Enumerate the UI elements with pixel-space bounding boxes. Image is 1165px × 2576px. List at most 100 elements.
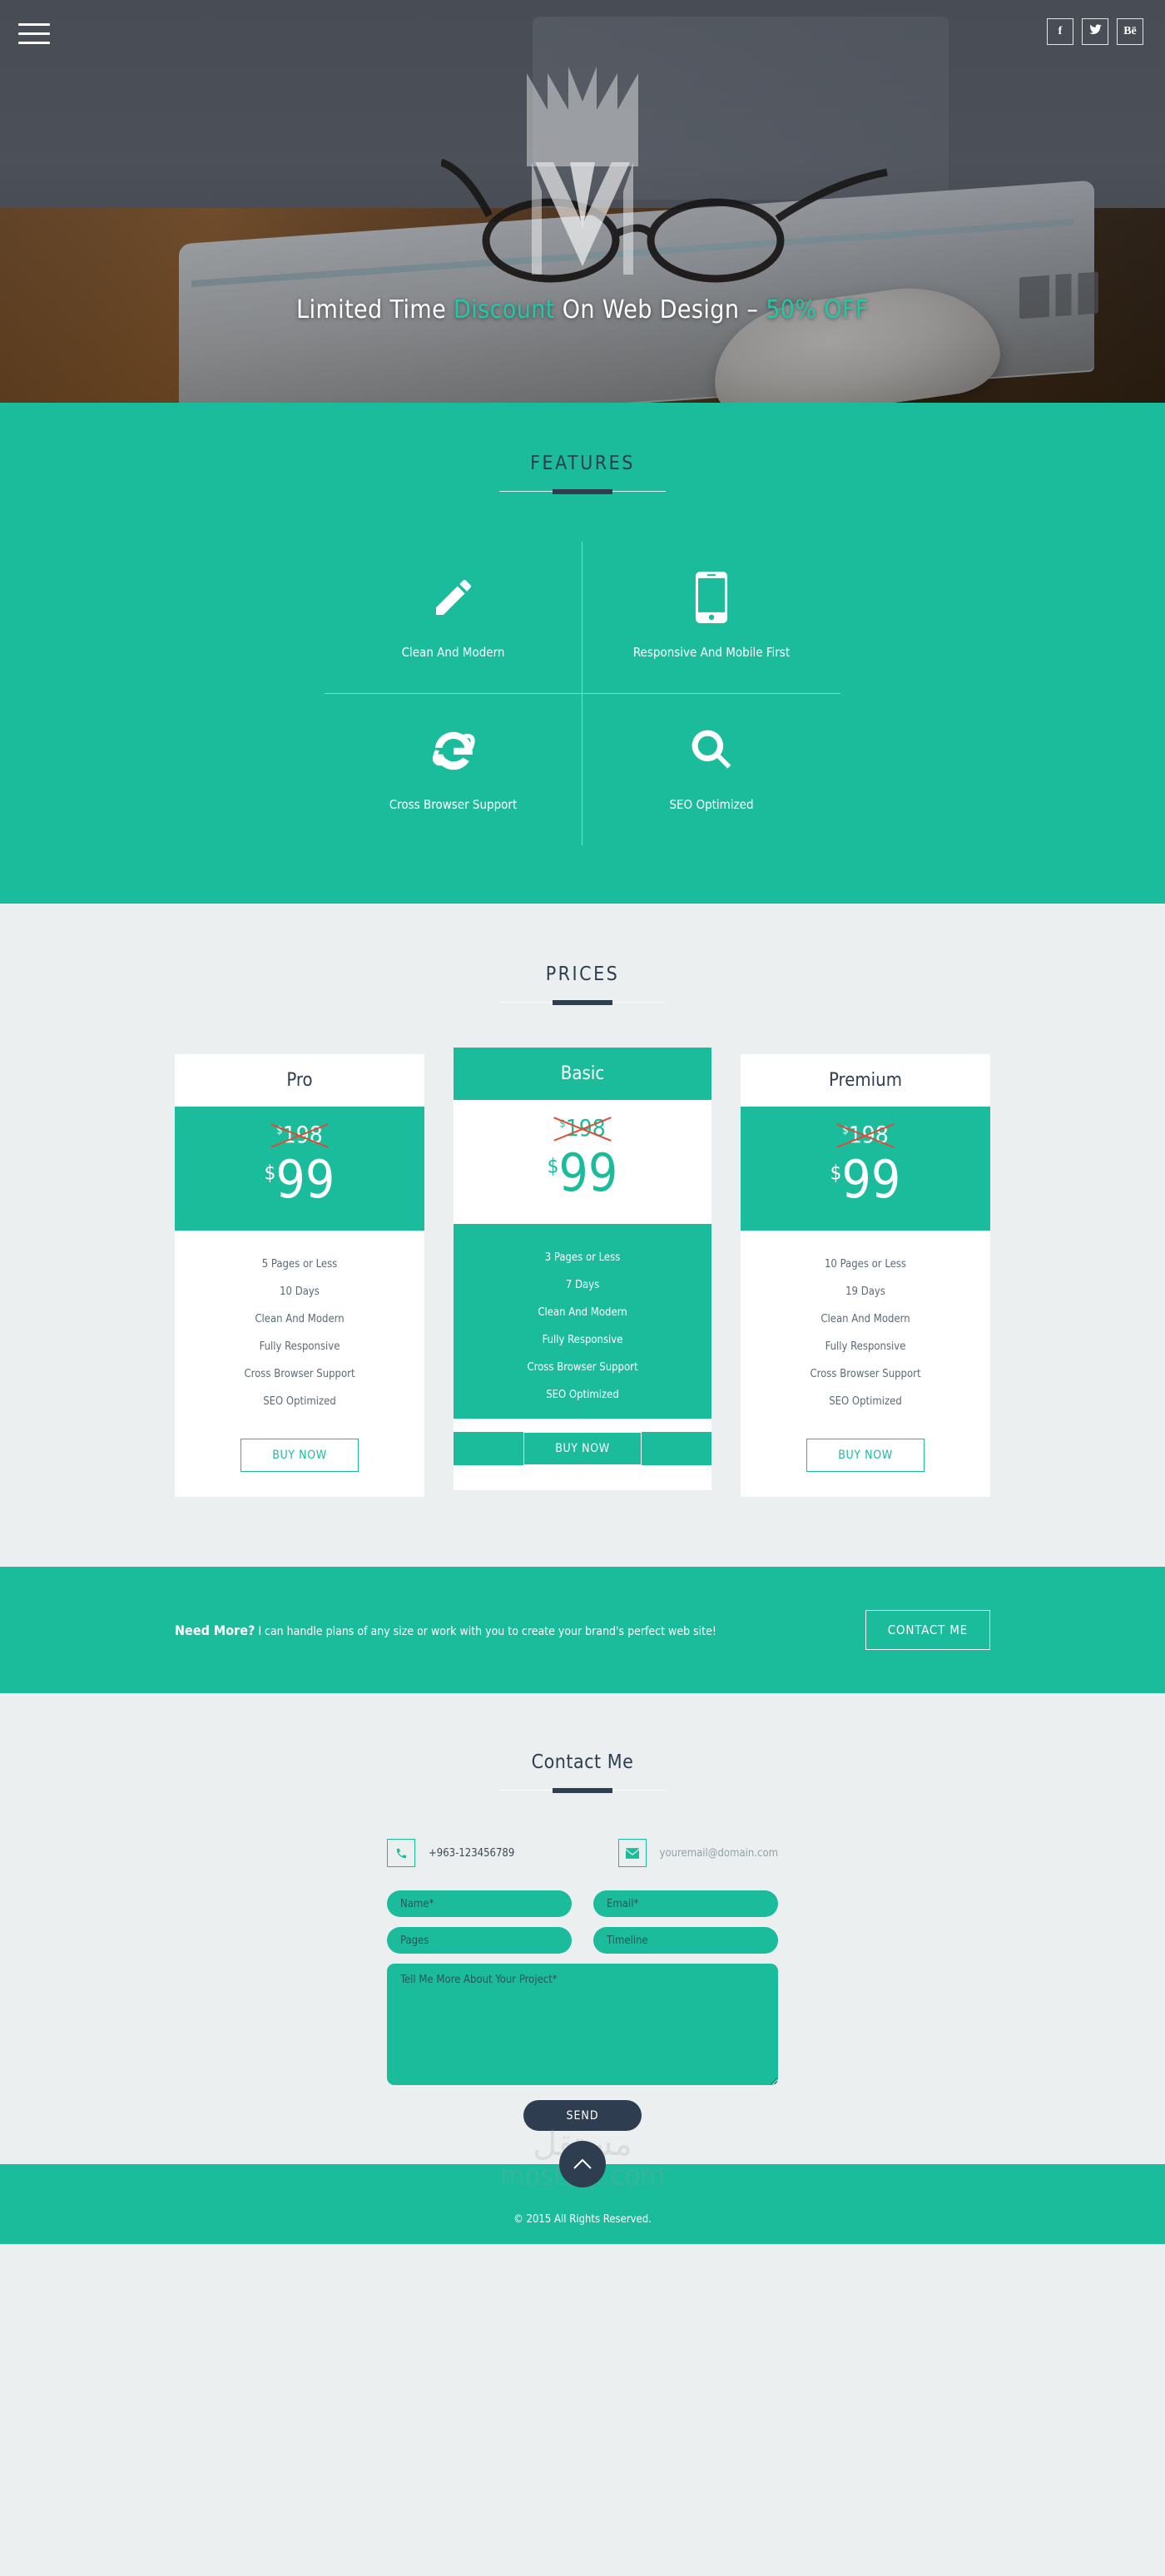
pricing-feature: Fully Responsive [825, 1340, 906, 1353]
features-title: FEATURES [530, 453, 635, 474]
contact-email-value: youremail@domain.com [659, 1846, 778, 1860]
pricing-feature: Cross Browser Support [244, 1368, 355, 1380]
send-button[interactable]: SEND [523, 2100, 642, 2131]
strikethrough-x-icon [269, 1118, 330, 1152]
pages-input[interactable] [387, 1927, 572, 1954]
pricing-feature: SEO Optimized [263, 1395, 336, 1408]
prices-header: PRICES [0, 964, 1165, 1005]
new-price: $99 [741, 1154, 990, 1206]
prices-divider [499, 1000, 666, 1005]
buy-now-button-premium[interactable]: BUY NOW [806, 1439, 925, 1472]
pricing-feature: Cross Browser Support [810, 1368, 921, 1380]
footer: © 2015 All Rights Reserved. [0, 2141, 1165, 2244]
currency-symbol: $ [547, 1154, 559, 1178]
new-price: $99 [175, 1154, 424, 1206]
form-row-2 [387, 1927, 778, 1954]
timeline-input[interactable] [593, 1927, 778, 1954]
internet-explorer-icon [333, 722, 573, 777]
social-link-behance[interactable]: Bē [1117, 18, 1143, 45]
feature-label: SEO Optimized [669, 797, 754, 812]
new-price-value: 99 [275, 1149, 335, 1210]
pricing-feature: Clean And Modern [538, 1306, 627, 1319]
features-header: FEATURES [0, 453, 1165, 494]
feature-item-clean-and-modern: Clean And Modern [325, 542, 582, 694]
feature-label: Responsive And Mobile First [632, 645, 791, 660]
pricing-feature: 19 Days [845, 1286, 885, 1298]
hero-tagline-part2: On Web Design – [554, 295, 766, 324]
pricing-card-basic: Basic $198 $99 3 Pages or Less 7 Days Cl… [454, 1048, 711, 1490]
behance-icon: Bē [1123, 25, 1137, 37]
old-price: $198 [842, 1123, 889, 1147]
divider-bar [553, 489, 612, 494]
pricing-feature: 10 Days [280, 1286, 320, 1298]
pricing-card-features: 3 Pages or Less 7 Days Clean And Modern … [454, 1224, 711, 1419]
hero-section: f Bē Limited Time Discount On Web Design… [0, 0, 1165, 403]
pricing-card-price-block: $198 $99 [454, 1100, 711, 1224]
social-link-facebook[interactable]: f [1047, 18, 1073, 45]
magnifier-icon [591, 722, 832, 777]
email-input[interactable] [593, 1890, 778, 1917]
contact-title: Contact Me [531, 1751, 634, 1773]
pricing-feature: Fully Responsive [259, 1340, 340, 1353]
feature-label: Cross Browser Support [389, 797, 518, 812]
envelope-icon [617, 1839, 647, 1867]
pricing-feature: SEO Optimized [829, 1395, 902, 1408]
pricing-feature: 10 Pages or Less [824, 1258, 906, 1271]
pricing-feature: Fully Responsive [542, 1334, 623, 1346]
currency-symbol: $ [830, 1161, 842, 1185]
strikethrough-x-icon [835, 1118, 896, 1152]
divider-bar [553, 1788, 612, 1793]
form-row-1 [387, 1890, 778, 1917]
new-price-value: 99 [841, 1149, 901, 1210]
message-textarea[interactable] [387, 1964, 778, 2085]
name-input[interactable] [387, 1890, 572, 1917]
pricing-feature: 5 Pages or Less [261, 1258, 338, 1271]
pricing-card-features: 10 Pages or Less 19 Days Clean And Moder… [741, 1231, 990, 1425]
copyright-text: © 2015 All Rights Reserved. [513, 2213, 652, 2226]
crown-m-logo-icon [527, 67, 638, 275]
buy-now-button-basic[interactable]: BUY NOW [523, 1432, 642, 1465]
hero-tagline-part1: Limited Time [296, 295, 454, 324]
pricing-feature: Clean And Modern [820, 1313, 910, 1325]
mobile-phone-icon [591, 570, 832, 625]
old-price: $198 [559, 1117, 606, 1140]
pricing-card-price-block: $198 $99 [741, 1107, 990, 1231]
pricing-card-title: Pro [175, 1054, 424, 1107]
new-price: $99 [454, 1147, 711, 1199]
contact-me-button[interactable]: CONTACT ME [865, 1610, 990, 1650]
prices-title: PRICES [545, 964, 620, 985]
cta-strong-text: Need More? [175, 1622, 255, 1638]
facebook-icon: f [1058, 25, 1063, 37]
prices-section: PRICES Pro $198 $99 5 Pages or Less 10 D… [0, 904, 1165, 1567]
scroll-to-top-button[interactable] [559, 2141, 606, 2187]
hero-tagline-discount: Discount [454, 295, 555, 324]
pricing-feature: 3 Pages or Less [544, 1251, 621, 1264]
contact-email[interactable]: youremail@domain.com [617, 1839, 778, 1867]
cta-inner: Need More? I can handle plans of any siz… [175, 1610, 990, 1650]
buy-now-button-pro[interactable]: BUY NOW [240, 1439, 359, 1472]
strikethrough-x-icon [552, 1112, 613, 1145]
pricing-cards: Pro $198 $99 5 Pages or Less 10 Days Cle… [175, 1048, 990, 1497]
pricing-card-features: 5 Pages or Less 10 Days Clean And Modern… [175, 1231, 424, 1425]
old-price: $198 [276, 1123, 323, 1147]
hamburger-menu-icon[interactable] [18, 23, 50, 44]
cta-body-text: I can handle plans of any size or work w… [255, 1624, 716, 1638]
hamburger-bar [18, 23, 50, 26]
pricing-card-title: Basic [454, 1048, 711, 1100]
pricing-card-title: Premium [741, 1054, 990, 1107]
contact-phone-value: +963-123456789 [429, 1846, 515, 1860]
feature-item-seo-optimized: SEO Optimized [582, 694, 840, 845]
pricing-card-premium: Premium $198 $99 10 Pages or Less 19 Day… [741, 1054, 990, 1497]
pricing-feature: 7 Days [565, 1279, 600, 1291]
footer-wrapper: مستقل mostaql.com © 2015 All Rights Rese… [0, 2128, 1165, 2244]
currency-symbol: $ [264, 1161, 276, 1185]
social-links: f Bē [1047, 18, 1143, 45]
contact-header: Contact Me [0, 1751, 1165, 1793]
contact-phone[interactable]: +963-123456789 [387, 1839, 514, 1867]
features-divider [499, 489, 666, 494]
social-link-twitter[interactable] [1082, 18, 1108, 45]
cta-text: Need More? I can handle plans of any siz… [175, 1622, 716, 1638]
contact-info: +963-123456789 youremail@domain.com [387, 1839, 778, 1867]
need-more-cta-section: Need More? I can handle plans of any siz… [0, 1567, 1165, 1693]
phone-icon [387, 1839, 415, 1867]
